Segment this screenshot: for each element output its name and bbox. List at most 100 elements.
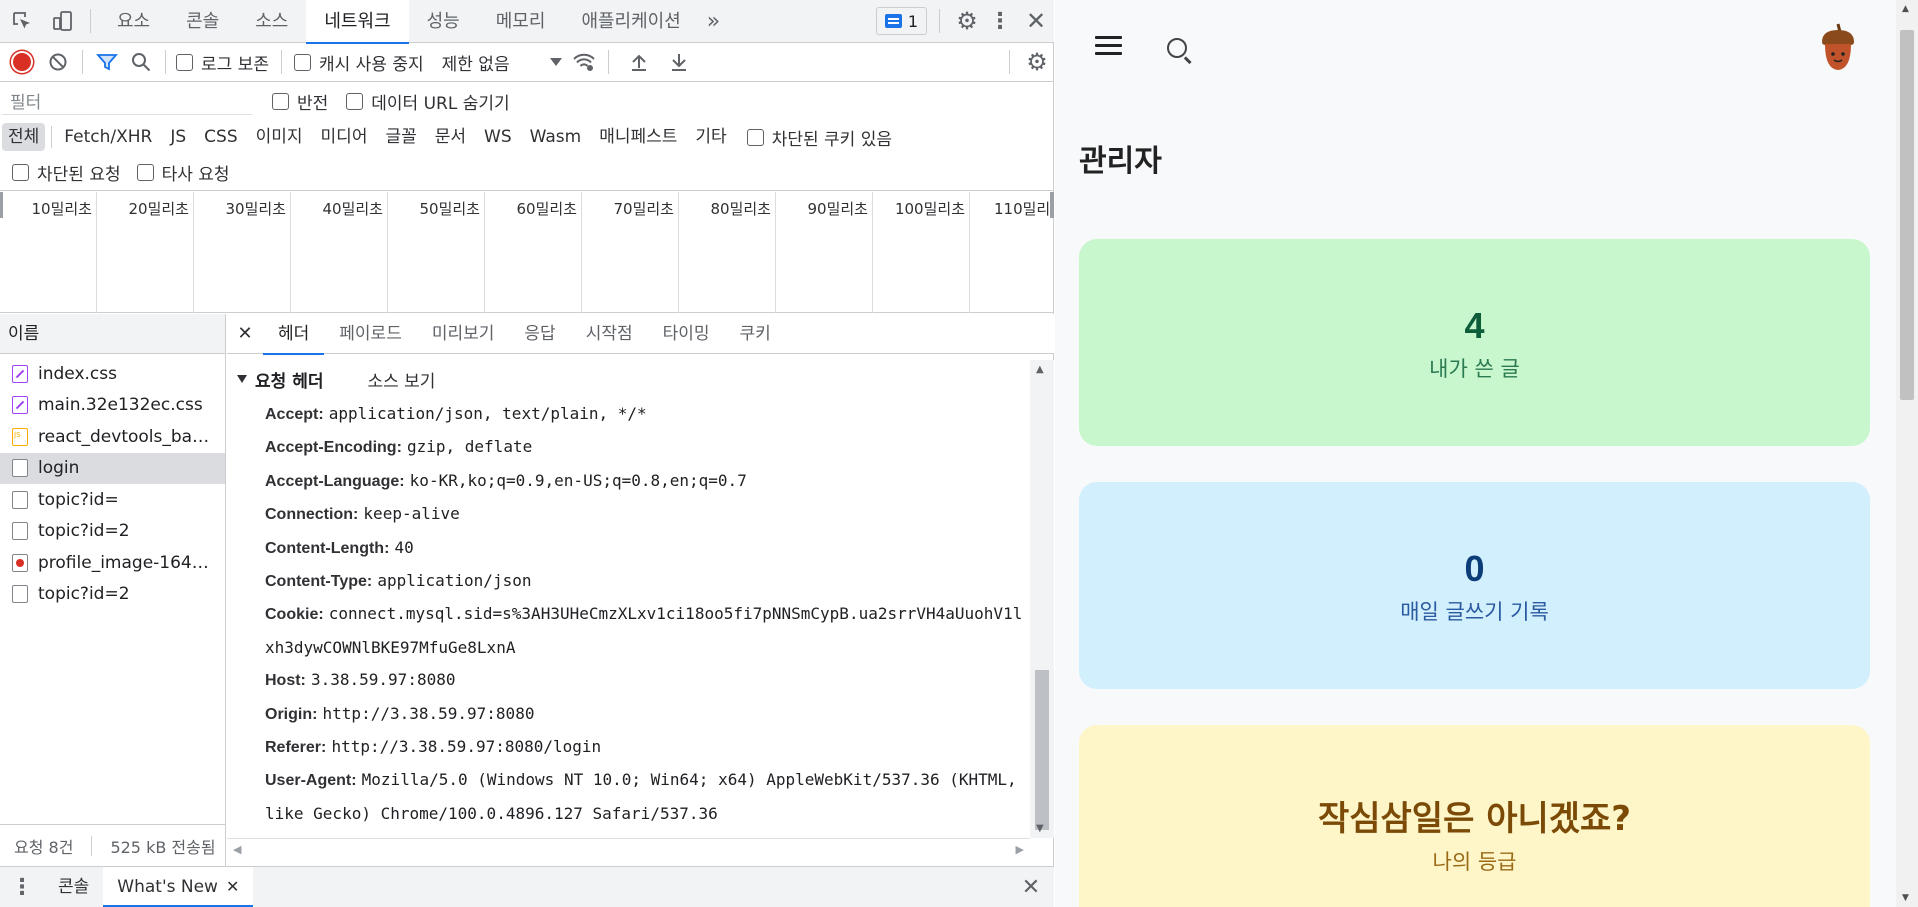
expand-triangle-icon[interactable] xyxy=(237,375,247,383)
preserve-log-checkbox[interactable] xyxy=(176,53,193,71)
blocked-requests-checkbox[interactable] xyxy=(12,164,29,181)
search-icon[interactable] xyxy=(1167,38,1187,58)
header-key: User-Agent: xyxy=(265,772,357,790)
filter-icon[interactable] xyxy=(93,43,121,82)
more-tabs-button[interactable]: » xyxy=(699,0,728,43)
tab-preview[interactable]: 미리보기 xyxy=(417,314,510,354)
scroll-right-icon[interactable]: ▶ xyxy=(1016,843,1024,856)
my-grade-card[interactable]: 작심삼일은 아니겠죠? 나의 등급 xyxy=(1079,725,1870,907)
chevron-down-icon[interactable] xyxy=(549,58,562,66)
clear-icon[interactable] xyxy=(44,43,72,82)
request-row[interactable]: topic?id= xyxy=(0,484,225,516)
tab-payload[interactable]: 페이로드 xyxy=(324,314,417,354)
record-icon[interactable] xyxy=(0,43,44,82)
network-settings-gear-icon[interactable]: ⚙ xyxy=(1020,43,1054,82)
tab-performance[interactable]: 성능 xyxy=(409,0,478,43)
request-row[interactable]: react_devtools_backend.js xyxy=(0,421,225,453)
acorn-logo-icon[interactable] xyxy=(1818,22,1858,72)
type-filter-img[interactable]: 이미지 xyxy=(250,123,309,151)
type-filter-other[interactable]: 기타 xyxy=(689,123,732,151)
scroll-up-icon[interactable]: ▲ xyxy=(1036,364,1044,375)
type-filter-all[interactable]: 전체 xyxy=(2,123,46,151)
header-value: application/json, text/plain, */* xyxy=(328,404,647,423)
drawer-tab-whats-new[interactable]: What's New ✕ xyxy=(103,867,254,907)
scroll-up-icon[interactable]: ▲ xyxy=(1902,4,1909,14)
tab-initiator[interactable]: 시작점 xyxy=(571,314,648,354)
header-row: Accept-Language: ko-KR,ko;q=0.9,en-US;q=… xyxy=(227,465,1030,498)
request-name: index.css xyxy=(38,363,117,384)
hamburger-menu-icon[interactable] xyxy=(1095,36,1122,56)
blocked-cookies-checkbox[interactable] xyxy=(746,128,764,146)
tab-elements[interactable]: 요소 xyxy=(99,0,168,43)
request-row[interactable]: topic?id=2 xyxy=(0,516,225,548)
type-filter-doc[interactable]: 문서 xyxy=(429,123,472,151)
tab-response[interactable]: 응답 xyxy=(509,314,570,354)
scroll-down-icon[interactable]: ▼ xyxy=(1036,823,1044,834)
filter-row: 필터 반전 데이터 URL 숨기기 xyxy=(0,83,1054,119)
gear-icon[interactable]: ⚙ xyxy=(952,0,982,43)
type-filter-ws[interactable]: WS xyxy=(478,123,518,151)
request-row[interactable]: main.32e132ec.css xyxy=(0,390,225,422)
request-row-selected[interactable]: login xyxy=(0,452,225,484)
type-filter-wasm[interactable]: Wasm xyxy=(524,123,588,151)
request-headers-section[interactable]: 요청 헤더 소스 보기 xyxy=(227,360,1030,398)
my-posts-count: 4 xyxy=(1464,305,1485,346)
tab-network[interactable]: 네트워크 xyxy=(306,0,409,44)
type-filter-fetch-xhr[interactable]: Fetch/XHR xyxy=(58,123,158,151)
preserve-log-label: 로그 보존 xyxy=(201,54,269,75)
scrollbar-thumb[interactable] xyxy=(1035,670,1049,830)
invert-checkbox[interactable] xyxy=(272,92,289,110)
page-scrollbar[interactable]: ▲ ▼ xyxy=(1896,0,1918,907)
tab-headers[interactable]: 헤더 xyxy=(263,314,325,355)
type-filter-css[interactable]: CSS xyxy=(198,123,243,151)
request-row[interactable]: profile_image-1649325.png xyxy=(0,547,225,579)
more-vertical-icon[interactable]: ⋮ xyxy=(982,0,1018,43)
tab-application[interactable]: 애플리케이션 xyxy=(563,0,698,43)
type-filter-font[interactable]: 글꼴 xyxy=(379,123,422,151)
inspect-element-icon[interactable] xyxy=(0,0,44,43)
vertical-scrollbar[interactable]: ▲ ▼ xyxy=(1030,360,1054,838)
horizontal-scrollbar[interactable]: ◀ ▶ xyxy=(227,838,1030,862)
issues-badge[interactable]: 1 xyxy=(875,7,927,35)
throttle-select[interactable]: 제한 없음 xyxy=(442,50,510,75)
divider xyxy=(82,50,83,74)
tab-memory[interactable]: 메모리 xyxy=(478,0,564,43)
import-har-icon[interactable] xyxy=(619,43,659,82)
drawer-tab-console[interactable]: 콘솔 xyxy=(44,867,103,907)
timeline-overview[interactable]: 10밀리초 20밀리초 30밀리초 40밀리초 50밀리초 60밀리초 70밀리… xyxy=(0,192,1054,313)
scroll-left-icon[interactable]: ◀ xyxy=(233,843,241,856)
hide-data-urls-checkbox[interactable] xyxy=(346,92,364,110)
disable-cache-checkbox[interactable] xyxy=(293,53,311,71)
close-tab-icon[interactable]: ✕ xyxy=(226,867,239,907)
type-filter-media[interactable]: 미디어 xyxy=(315,123,374,151)
request-row[interactable]: topic?id=2 xyxy=(0,579,225,611)
filter-input[interactable]: 필터 xyxy=(2,87,252,115)
scrollbar-thumb[interactable] xyxy=(1900,30,1914,400)
tick-label: 90밀리초 xyxy=(807,200,869,218)
scroll-down-icon[interactable]: ▼ xyxy=(1902,893,1909,903)
my-posts-card[interactable]: 4 내가 쓴 글 xyxy=(1079,239,1870,446)
name-column-header[interactable]: 이름 xyxy=(0,314,225,354)
drawer-menu-icon[interactable]: ⋮ xyxy=(0,867,44,907)
daily-writing-card[interactable]: 0 매일 글쓰기 기록 xyxy=(1079,482,1870,689)
tab-console[interactable]: 콘솔 xyxy=(168,0,237,43)
third-party-checkbox[interactable] xyxy=(136,164,154,181)
device-toolbar-icon[interactable] xyxy=(44,0,82,43)
request-name: react_devtools_backend.js xyxy=(38,426,210,447)
request-name: profile_image-1649325.png xyxy=(38,552,210,573)
close-detail-icon[interactable]: ✕ xyxy=(227,314,263,354)
timeline-marker xyxy=(1050,192,1054,218)
view-source-link[interactable]: 소스 보기 xyxy=(367,367,435,392)
tab-sources[interactable]: 소스 xyxy=(237,0,306,43)
request-row[interactable]: index.css xyxy=(0,358,225,390)
type-filter-js[interactable]: JS xyxy=(164,123,192,151)
type-filter-manifest[interactable]: 매니페스트 xyxy=(593,123,683,151)
close-drawer-icon[interactable]: ✕ xyxy=(1008,867,1054,907)
tab-cookies[interactable]: 쿠키 xyxy=(725,314,786,354)
network-conditions-icon[interactable] xyxy=(562,43,606,82)
tab-timing[interactable]: 타이밍 xyxy=(648,314,725,354)
close-icon[interactable]: ✕ xyxy=(1018,0,1054,43)
network-status-bar: 요청 8건 525 kB 전송됨 xyxy=(0,824,226,866)
export-har-icon[interactable] xyxy=(659,43,699,82)
search-icon[interactable] xyxy=(121,43,161,82)
